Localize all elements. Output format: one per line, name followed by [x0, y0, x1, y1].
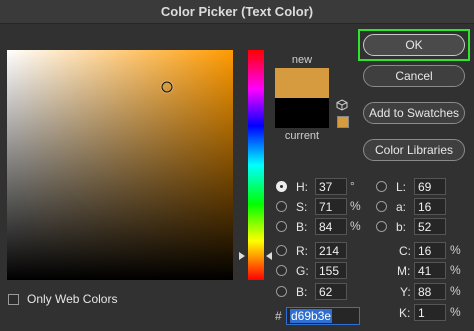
rgb-b-row: B:: [276, 283, 307, 300]
radio-a[interactable]: [376, 201, 387, 212]
input-a[interactable]: 16: [414, 198, 446, 215]
lab-l-row: L:: [376, 178, 406, 195]
hsb-b-row: B:: [276, 218, 307, 235]
label-g: G:: [296, 263, 309, 278]
input-y[interactable]: 88: [414, 283, 446, 300]
label-rgb-b: B:: [296, 284, 308, 299]
rgb-r-row: R:: [276, 242, 308, 259]
title-bar: Color Picker (Text Color): [0, 0, 474, 24]
radio-g[interactable]: [276, 265, 287, 276]
label-s: S:: [296, 199, 308, 214]
hue-slider[interactable]: [248, 50, 264, 280]
color-field-cursor[interactable]: [161, 81, 173, 93]
radio-l[interactable]: [376, 181, 387, 192]
label-y: Y:: [400, 285, 411, 299]
hex-label: #: [275, 309, 282, 323]
cancel-button[interactable]: Cancel: [363, 65, 465, 87]
label-b: B:: [296, 219, 308, 234]
label-l: L:: [396, 179, 407, 194]
label-k: K:: [399, 306, 411, 320]
radio-h[interactable]: [276, 181, 287, 192]
unit-s: %: [350, 199, 361, 213]
hsb-h-row: H:: [276, 178, 308, 195]
input-lab-b[interactable]: 52: [414, 218, 446, 235]
hue-slider-right-arrow-icon[interactable]: [266, 252, 272, 261]
color-field[interactable]: [7, 50, 233, 280]
label-m: M:: [397, 264, 411, 278]
input-h[interactable]: 37: [315, 178, 347, 195]
radio-rgb-b[interactable]: [276, 286, 287, 297]
label-a: a:: [396, 199, 407, 214]
input-b[interactable]: 84: [315, 218, 347, 235]
only-web-colors-checkbox[interactable]: [8, 294, 19, 305]
input-k[interactable]: 1: [414, 304, 446, 321]
current-color-label: current: [284, 130, 320, 142]
input-g[interactable]: 155: [315, 262, 347, 279]
rgb-g-row: G:: [276, 262, 309, 279]
unit-k: %: [450, 305, 461, 319]
new-color-swatch: [275, 68, 329, 98]
web-safe-swatch[interactable]: [337, 116, 349, 128]
label-h: H:: [296, 179, 308, 194]
ok-button[interactable]: OK: [363, 34, 465, 56]
hue-slider-left-arrow-icon[interactable]: [239, 252, 245, 261]
lab-b-row: b:: [376, 218, 406, 235]
lab-a-row: a:: [376, 198, 406, 215]
current-color-swatch[interactable]: [275, 98, 329, 128]
hex-value: d69b3e: [290, 309, 333, 323]
add-to-swatches-button[interactable]: Add to Swatches: [363, 102, 465, 124]
new-color-label: new: [291, 54, 313, 66]
unit-c: %: [450, 243, 461, 257]
unit-h: °: [350, 179, 355, 193]
hex-input[interactable]: d69b3e: [286, 307, 360, 325]
radio-b[interactable]: [276, 221, 287, 232]
input-c[interactable]: 16: [414, 242, 446, 259]
input-rgb-b[interactable]: 62: [315, 283, 347, 300]
input-s[interactable]: 71: [315, 198, 347, 215]
label-c: C:: [399, 244, 411, 258]
unit-y: %: [450, 284, 461, 298]
radio-r[interactable]: [276, 245, 287, 256]
color-libraries-button[interactable]: Color Libraries: [363, 139, 465, 161]
unit-b: %: [350, 219, 361, 233]
radio-s[interactable]: [276, 201, 287, 212]
hsb-s-row: S:: [276, 198, 307, 215]
input-l[interactable]: 69: [414, 178, 446, 195]
label-r: R:: [296, 243, 308, 258]
input-r[interactable]: 214: [315, 242, 347, 259]
out-of-gamut-cube-icon[interactable]: [336, 99, 348, 111]
unit-m: %: [450, 263, 461, 277]
radio-lab-b[interactable]: [376, 221, 387, 232]
label-lab-b: b:: [396, 219, 407, 234]
input-m[interactable]: 41: [414, 262, 446, 279]
only-web-colors-label[interactable]: Only Web Colors: [27, 292, 117, 306]
window-title: Color Picker (Text Color): [160, 4, 314, 19]
